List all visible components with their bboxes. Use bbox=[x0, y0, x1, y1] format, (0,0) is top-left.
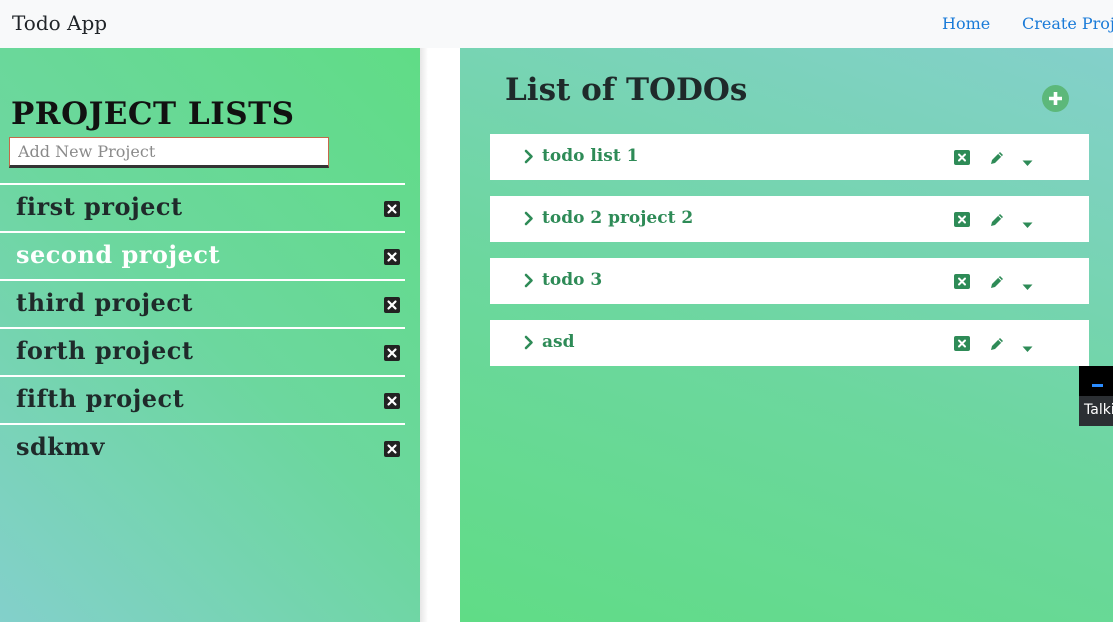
project-list: first project second project third proje… bbox=[0, 183, 405, 471]
nav-link-home[interactable]: Home bbox=[942, 14, 990, 33]
todo-list-title: List of TODOs bbox=[505, 72, 748, 108]
close-square-icon[interactable] bbox=[954, 150, 970, 165]
project-item[interactable]: first project bbox=[0, 183, 405, 231]
project-item[interactable]: third project bbox=[0, 279, 405, 327]
pencil-icon[interactable] bbox=[989, 336, 1005, 357]
close-square-icon[interactable] bbox=[954, 274, 970, 289]
todo-item[interactable]: asd bbox=[490, 320, 1089, 366]
project-name: forth project bbox=[16, 336, 194, 365]
minimize-icon[interactable] bbox=[1092, 384, 1103, 387]
caret-down-icon[interactable] bbox=[1022, 154, 1033, 172]
project-name: fifth project bbox=[16, 384, 185, 413]
project-lists-title: PROJECT LISTS bbox=[11, 96, 295, 132]
plus-circle-icon[interactable] bbox=[1042, 85, 1069, 112]
close-square-icon[interactable] bbox=[954, 336, 970, 351]
nav-link-create-project[interactable]: Create Proj bbox=[1022, 14, 1113, 33]
project-item[interactable]: forth project bbox=[0, 327, 405, 375]
todo-item[interactable]: todo 2 project 2 bbox=[490, 196, 1089, 242]
panel-divider bbox=[420, 48, 428, 622]
close-icon[interactable] bbox=[384, 393, 400, 409]
chat-widget-label: Talki bbox=[1084, 402, 1113, 418]
close-square-icon[interactable] bbox=[954, 212, 970, 227]
todo-item[interactable]: todo list 1 bbox=[490, 134, 1089, 180]
todo-item[interactable]: todo 3 bbox=[490, 258, 1089, 304]
caret-down-icon[interactable] bbox=[1022, 216, 1033, 234]
todo-label: todo 2 project 2 bbox=[542, 208, 694, 228]
close-icon[interactable] bbox=[384, 345, 400, 361]
navbar: Todo App Home Create Proj bbox=[0, 0, 1113, 48]
app-brand[interactable]: Todo App bbox=[12, 11, 107, 35]
caret-down-icon[interactable] bbox=[1022, 340, 1033, 358]
project-name: second project bbox=[16, 240, 221, 269]
close-icon[interactable] bbox=[384, 297, 400, 313]
project-item[interactable]: sdkmv bbox=[0, 423, 405, 471]
chevron-right-icon[interactable] bbox=[524, 273, 534, 293]
pencil-icon[interactable] bbox=[989, 212, 1005, 233]
caret-down-icon[interactable] bbox=[1022, 278, 1033, 296]
chat-widget-header[interactable] bbox=[1079, 366, 1113, 396]
close-icon[interactable] bbox=[384, 441, 400, 457]
close-icon[interactable] bbox=[384, 249, 400, 265]
chat-widget[interactable]: Talki bbox=[1079, 366, 1113, 426]
project-item[interactable]: second project bbox=[0, 231, 405, 279]
project-name: first project bbox=[16, 192, 183, 221]
pencil-icon[interactable] bbox=[989, 150, 1005, 171]
chevron-right-icon[interactable] bbox=[524, 211, 534, 231]
todo-label: todo list 1 bbox=[542, 146, 639, 166]
todo-label: asd bbox=[542, 332, 575, 352]
todo-label: todo 3 bbox=[542, 270, 603, 290]
pencil-icon[interactable] bbox=[989, 274, 1005, 295]
project-name: sdkmv bbox=[16, 432, 105, 461]
project-panel: PROJECT LISTS first project second proje… bbox=[0, 48, 420, 622]
chevron-right-icon[interactable] bbox=[524, 149, 534, 169]
project-name: third project bbox=[16, 288, 194, 317]
project-item[interactable]: fifth project bbox=[0, 375, 405, 423]
chevron-right-icon[interactable] bbox=[524, 335, 534, 355]
close-icon[interactable] bbox=[384, 201, 400, 217]
add-project-input[interactable] bbox=[9, 137, 329, 168]
